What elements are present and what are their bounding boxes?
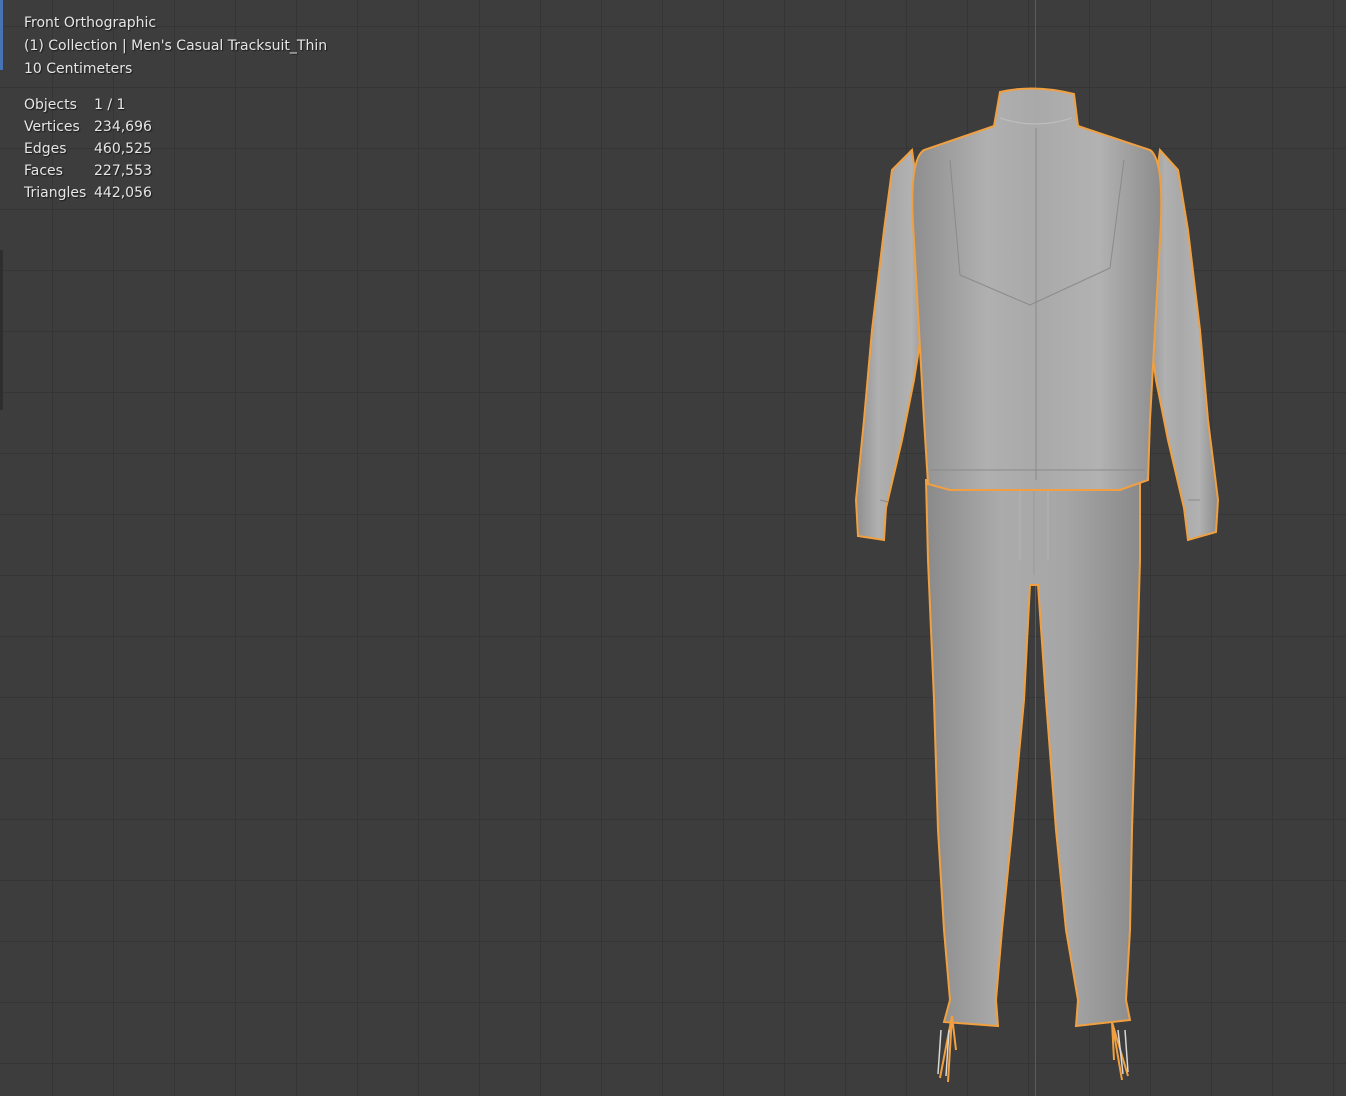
stat-label: Objects <box>24 97 77 113</box>
stat-row-edges: Edges 460,525 <box>24 140 327 162</box>
stat-value: 1 / 1 <box>94 97 126 113</box>
grid-scale: 10 Centimeters <box>24 61 133 77</box>
stat-value: 460,525 <box>94 141 152 157</box>
stat-label: Vertices <box>24 119 80 135</box>
jacket <box>854 87 1220 542</box>
view-name: Front Orthographic <box>24 15 157 31</box>
ankle-drawstrings <box>939 1015 1129 1083</box>
stat-value: 442,056 <box>94 185 152 201</box>
viewport-info-overlay: Front Orthographic (1) Collection | Men'… <box>24 14 327 206</box>
stat-label: Triangles <box>24 185 87 201</box>
stat-label: Faces <box>24 163 63 179</box>
stat-value: 227,553 <box>94 163 152 179</box>
stat-label: Edges <box>24 141 67 157</box>
stat-row-vertices: Vertices 234,696 <box>24 118 327 140</box>
stat-row-triangles: Triangles 442,056 <box>24 184 327 206</box>
stat-row-faces: Faces 227,553 <box>24 162 327 184</box>
scene-statistics: Objects 1 / 1 Vertices 234,696 Edges 460… <box>24 96 327 206</box>
stat-value: 234,696 <box>94 119 152 135</box>
collection-label: (1) Collection | Men's Casual Tracksuit_… <box>24 38 328 54</box>
3d-viewport[interactable]: Front Orthographic (1) Collection | Men'… <box>0 0 1346 1096</box>
stat-row-objects: Objects 1 / 1 <box>24 96 327 118</box>
pants <box>924 479 1141 1028</box>
